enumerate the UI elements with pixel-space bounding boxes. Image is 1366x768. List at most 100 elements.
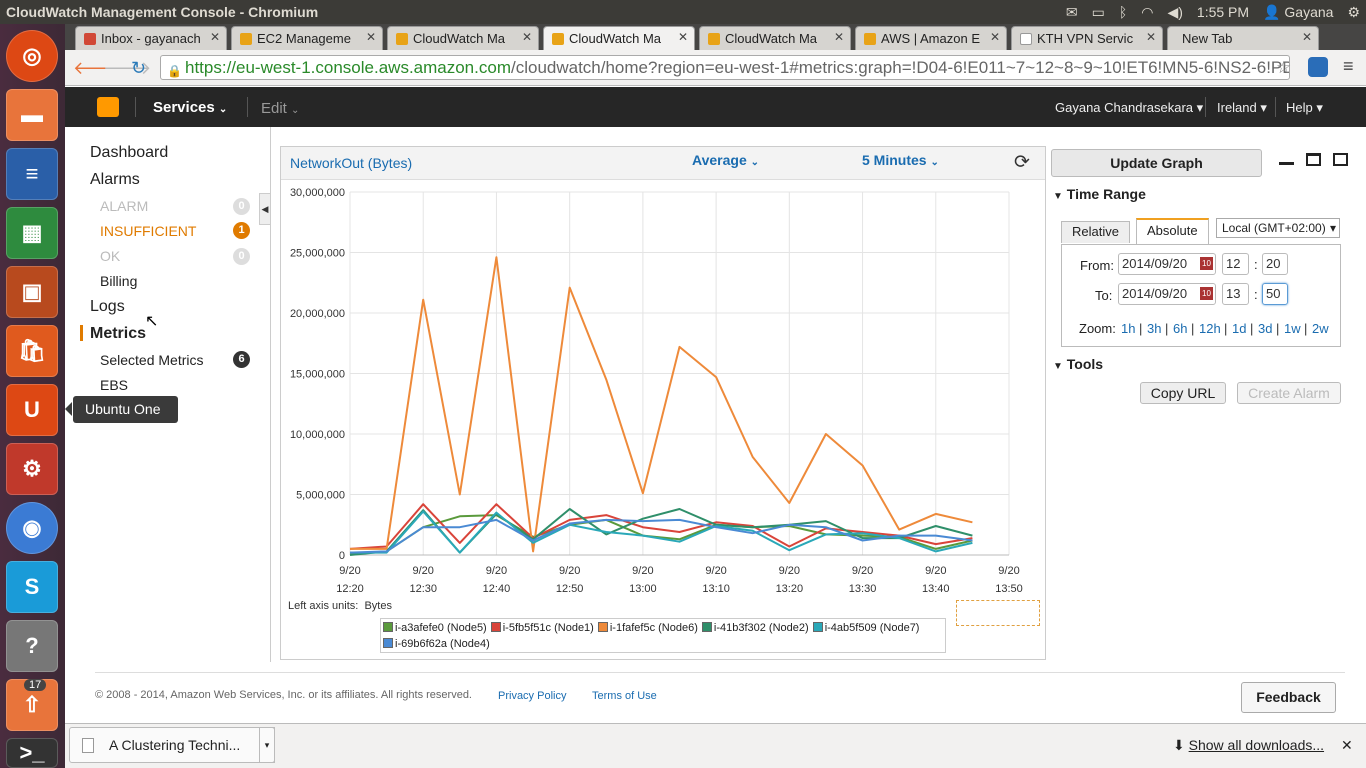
region-menu[interactable]: Ireland ▾ bbox=[1217, 100, 1267, 116]
medium-view-icon[interactable] bbox=[1306, 153, 1321, 166]
close-icon[interactable]: ✕ bbox=[678, 30, 688, 44]
refresh-icon[interactable]: ⟳ bbox=[1014, 151, 1030, 174]
download-item[interactable]: A Clustering Techni... ▾ bbox=[69, 727, 275, 763]
menu-icon[interactable]: ≡ bbox=[1343, 56, 1354, 77]
wifi-icon[interactable]: ◠ bbox=[1141, 4, 1153, 21]
legend-item[interactable]: i-41b3f302 (Node2) bbox=[701, 620, 809, 636]
software-center-icon[interactable]: 🛍 bbox=[6, 325, 58, 377]
from-minute-input[interactable]: 20 bbox=[1262, 253, 1288, 275]
nav-billing[interactable]: Billing bbox=[100, 273, 137, 289]
mail-icon[interactable]: ✉ bbox=[1066, 4, 1078, 21]
tab-relative[interactable]: Relative bbox=[1061, 221, 1130, 243]
update-graph-button[interactable]: Update Graph bbox=[1051, 149, 1262, 177]
metric-title[interactable]: NetworkOut (Bytes) bbox=[290, 155, 412, 171]
to-hour-input[interactable]: 13 bbox=[1222, 283, 1249, 305]
ubuntu-dash-icon[interactable]: ◎ bbox=[6, 30, 58, 82]
zoom-2w[interactable]: 2w bbox=[1312, 321, 1329, 336]
bluetooth-icon[interactable]: ᛒ bbox=[1119, 4, 1127, 20]
calc-icon[interactable]: ▦ bbox=[6, 207, 58, 259]
volume-icon[interactable]: ◀) bbox=[1167, 4, 1182, 21]
create-alarm-button[interactable]: Create Alarm bbox=[1237, 382, 1341, 404]
settings-icon[interactable]: ⚙ bbox=[6, 443, 58, 495]
zoom-1h[interactable]: 1h bbox=[1121, 321, 1135, 336]
timezone-select[interactable]: Local (GMT+02:00) ▾ bbox=[1216, 218, 1340, 238]
writer-icon[interactable]: ≡ bbox=[6, 148, 58, 200]
legend-item[interactable]: i-a3afefe0 (Node5) bbox=[383, 620, 487, 636]
terms-link[interactable]: Terms of Use bbox=[592, 690, 657, 702]
zoom-12h[interactable]: 12h bbox=[1199, 321, 1221, 336]
reload-button[interactable]: ↻ bbox=[131, 58, 146, 79]
calendar-icon[interactable]: 10 bbox=[1200, 287, 1213, 300]
zoom-1w[interactable]: 1w bbox=[1284, 321, 1301, 336]
statistic-dropdown[interactable]: Average ⌄ bbox=[692, 152, 759, 168]
close-icon[interactable]: ✕ bbox=[210, 30, 220, 44]
aws-logo-icon[interactable] bbox=[97, 97, 119, 117]
nav-logs[interactable]: Logs bbox=[90, 298, 125, 316]
close-icon[interactable]: ✕ bbox=[990, 30, 1000, 44]
copy-url-button[interactable]: Copy URL bbox=[1140, 382, 1226, 404]
feedback-button[interactable]: Feedback bbox=[1241, 682, 1336, 713]
account-menu[interactable]: Gayana Chandrasekara ▾ bbox=[1055, 100, 1203, 116]
tab-inbox[interactable]: Inbox - gayanach ✕ bbox=[75, 26, 227, 50]
services-menu[interactable]: Services ⌄ bbox=[153, 99, 227, 116]
tab-ec2[interactable]: EC2 Manageme ✕ bbox=[231, 26, 383, 50]
tab-cloudwatch-3[interactable]: CloudWatch Ma ✕ bbox=[699, 26, 851, 50]
edit-menu[interactable]: Edit ⌄ bbox=[261, 100, 299, 117]
tab-cloudwatch-active[interactable]: CloudWatch Ma ✕ bbox=[543, 26, 695, 50]
zoom-1d[interactable]: 1d bbox=[1232, 321, 1246, 336]
impress-icon[interactable]: ▣ bbox=[6, 266, 58, 318]
tab-absolute[interactable]: Absolute bbox=[1136, 218, 1209, 244]
close-icon[interactable]: ✕ bbox=[522, 30, 532, 44]
chromium-icon[interactable]: ◉ bbox=[6, 502, 58, 554]
nav-selected-metrics[interactable]: Selected Metrics bbox=[100, 352, 203, 368]
small-view-icon[interactable] bbox=[1279, 153, 1294, 165]
battery-icon[interactable]: ▭ bbox=[1092, 4, 1105, 21]
legend-item[interactable]: i-1fafef5c (Node6) bbox=[597, 620, 698, 636]
nav-dashboard[interactable]: Dashboard bbox=[90, 144, 168, 162]
tab-new[interactable]: New Tab ✕ bbox=[1167, 26, 1319, 50]
tab-kth-vpn[interactable]: KTH VPN Servic ✕ bbox=[1011, 26, 1163, 50]
privacy-link[interactable]: Privacy Policy bbox=[498, 690, 566, 702]
legend-item[interactable]: i-4ab5f509 (Node7) bbox=[812, 620, 919, 636]
nav-alarms[interactable]: Alarms bbox=[90, 171, 140, 189]
help-menu[interactable]: Help ▾ bbox=[1286, 100, 1323, 116]
tab-aws-amazon[interactable]: AWS | Amazon E ✕ bbox=[855, 26, 1007, 50]
calendar-icon[interactable]: 10 bbox=[1200, 257, 1213, 270]
extension-icon[interactable] bbox=[1308, 57, 1328, 77]
nav-ebs[interactable]: EBS bbox=[100, 377, 128, 393]
terminal-icon[interactable]: >_ bbox=[6, 738, 58, 768]
gear-icon[interactable]: ⚙ bbox=[1347, 4, 1360, 21]
to-date-input[interactable]: 2014/09/20 10 bbox=[1118, 283, 1216, 305]
user-menu[interactable]: 👤 Gayana bbox=[1263, 4, 1333, 21]
ubuntu-one-icon[interactable]: U bbox=[6, 384, 58, 436]
download-menu-arrow-icon[interactable]: ▾ bbox=[259, 727, 275, 763]
time-range-header[interactable]: ▼ Time Range bbox=[1053, 186, 1146, 202]
close-icon[interactable]: ✕ bbox=[1302, 30, 1312, 44]
star-icon[interactable]: ☆ bbox=[1276, 58, 1291, 78]
address-bar[interactable]: 🔒 https://eu-west-1.console.aws.amazon.c… bbox=[160, 55, 1290, 80]
zoom-6h[interactable]: 6h bbox=[1173, 321, 1187, 336]
collapse-sidebar-button[interactable]: ◀ bbox=[259, 193, 271, 225]
period-dropdown[interactable]: 5 Minutes ⌄ bbox=[862, 152, 939, 168]
to-minute-input[interactable]: 50 bbox=[1262, 283, 1288, 305]
nav-insufficient[interactable]: INSUFFICIENT bbox=[100, 223, 196, 239]
close-download-bar-icon[interactable]: ✕ bbox=[1341, 737, 1353, 754]
close-icon[interactable]: ✕ bbox=[366, 30, 376, 44]
skype-icon[interactable]: S bbox=[6, 561, 58, 613]
from-hour-input[interactable]: 12 bbox=[1222, 253, 1249, 275]
close-icon[interactable]: ✕ bbox=[1146, 30, 1156, 44]
zoom-3d[interactable]: 3d bbox=[1258, 321, 1272, 336]
tab-cloudwatch-1[interactable]: CloudWatch Ma ✕ bbox=[387, 26, 539, 50]
nav-ok[interactable]: OK bbox=[100, 248, 120, 264]
files-icon[interactable]: ▬ bbox=[6, 89, 58, 141]
show-all-downloads[interactable]: ⬇ Show all downloads... bbox=[1173, 737, 1324, 754]
close-icon[interactable]: ✕ bbox=[834, 30, 844, 44]
zoom-3h[interactable]: 3h bbox=[1147, 321, 1161, 336]
legend-item[interactable]: i-5fb5f51c (Node1) bbox=[490, 620, 594, 636]
large-view-icon[interactable] bbox=[1333, 153, 1348, 166]
from-date-input[interactable]: 2014/09/20 10 bbox=[1118, 253, 1216, 275]
clock[interactable]: 1:55 PM bbox=[1197, 4, 1249, 20]
tools-header[interactable]: ▼ Tools bbox=[1053, 356, 1103, 372]
legend-item[interactable]: i-69b6f62a (Node4) bbox=[383, 636, 490, 652]
nav-metrics[interactable]: Metrics bbox=[90, 325, 146, 343]
